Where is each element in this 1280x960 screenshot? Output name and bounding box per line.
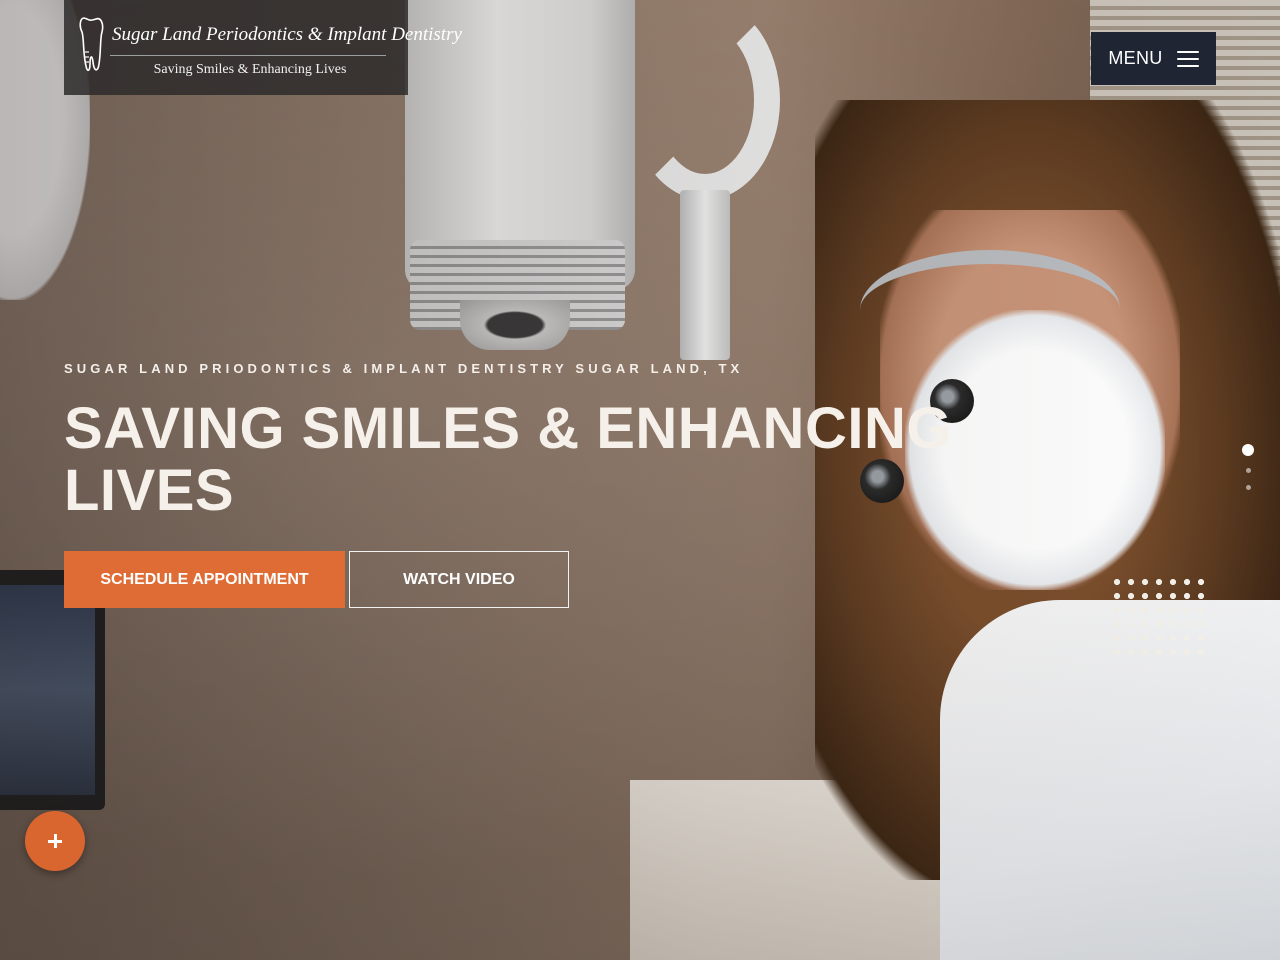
hero-cta-group: SCHEDULE APPOINTMENT WATCH VIDEO [64,551,569,608]
slider-dot-2[interactable] [1245,468,1251,473]
tooth-icon [79,17,104,72]
hero-eyebrow: SUGAR LAND PRIODONTICS & IMPLANT DENTIST… [64,361,744,376]
plus-icon [48,834,62,848]
slider-dot-1[interactable] [1242,444,1254,456]
site-logo[interactable]: Sugar Land Periodontics & Implant Dentis… [64,0,462,95]
logo-title: Sugar Land Periodontics & Implant Dentis… [112,24,462,45]
logo-divider [110,55,386,56]
slider-dot-3[interactable] [1245,485,1251,490]
menu-label: MENU [1108,48,1163,68]
schedule-appointment-button[interactable]: SCHEDULE APPOINTMENT [64,551,345,608]
menu-button[interactable]: MENU [1091,32,1216,85]
watch-video-button[interactable]: WATCH VIDEO [349,551,569,608]
hero-headline: SAVING SMILES & ENHANCING LIVES [64,396,952,523]
hamburger-icon [1176,50,1199,67]
slider-pagination [1242,444,1254,490]
floating-action-button[interactable] [25,811,85,871]
hero-section: Sugar Land Periodontics & Implant Dentis… [0,0,1280,960]
logo-tagline: Saving Smiles & Enhancing Lives [153,62,347,77]
